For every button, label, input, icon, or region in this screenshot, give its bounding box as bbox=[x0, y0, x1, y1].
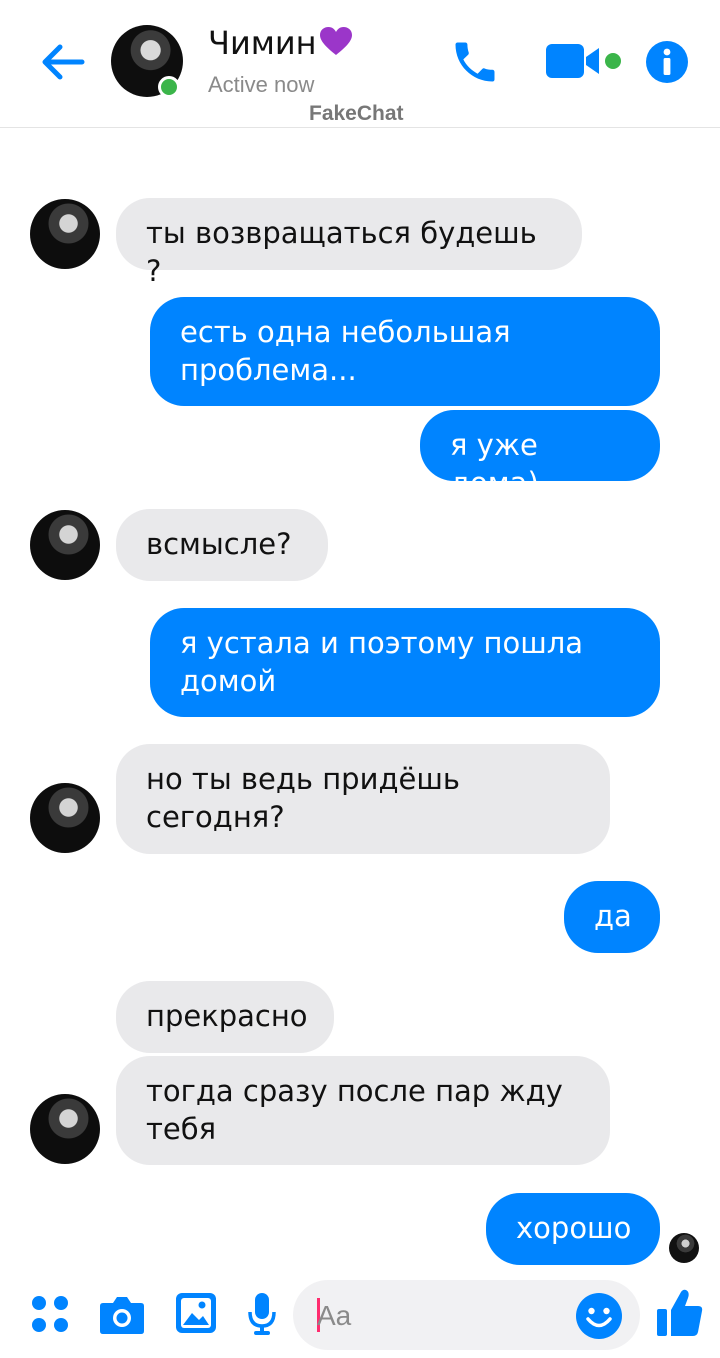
microphone-icon[interactable] bbox=[247, 1292, 277, 1336]
apps-grid-icon[interactable] bbox=[30, 1294, 70, 1334]
message-text: я устала и поэтому пошла домой bbox=[180, 626, 584, 698]
message-text: всмысле? bbox=[146, 527, 292, 561]
incoming-message[interactable]: всмысле? bbox=[116, 509, 328, 581]
message-input-placeholder: Aa bbox=[317, 1300, 352, 1331]
message-text: хорошо bbox=[516, 1211, 632, 1245]
outgoing-message[interactable]: есть одна небольшая проблема... bbox=[150, 297, 660, 406]
message-text: я уже дома) bbox=[450, 428, 539, 500]
message-text: прекрасно bbox=[146, 999, 308, 1033]
composer-bar: Aa bbox=[0, 1270, 720, 1358]
contact-avatar-small[interactable] bbox=[30, 199, 100, 269]
image-icon[interactable] bbox=[175, 1292, 217, 1334]
contact-avatar-small[interactable] bbox=[30, 510, 100, 580]
active-status: Active now bbox=[208, 72, 315, 97]
outgoing-message[interactable]: да bbox=[564, 881, 660, 953]
message-text: но ты ведь придёшь сегодня? bbox=[146, 762, 460, 834]
phone-icon[interactable] bbox=[449, 36, 501, 88]
incoming-message[interactable]: прекрасно bbox=[116, 981, 334, 1053]
message-text: тогда сразу после пар жду тебя bbox=[146, 1074, 563, 1146]
outgoing-message[interactable]: я устала и поэтому пошла домой bbox=[150, 608, 660, 717]
message-text: ты возвращаться будешь ? bbox=[146, 216, 537, 288]
incoming-message[interactable]: тогда сразу после пар жду тебя bbox=[116, 1056, 610, 1165]
contact-avatar-small[interactable] bbox=[30, 783, 100, 853]
camera-icon[interactable] bbox=[99, 1293, 145, 1335]
message-text: да bbox=[594, 899, 632, 933]
outgoing-message[interactable]: хорошо bbox=[486, 1193, 660, 1265]
incoming-message[interactable]: ты возвращаться будешь ? bbox=[116, 198, 582, 288]
seen-indicator-avatar bbox=[669, 1233, 699, 1263]
outgoing-message[interactable]: я уже дома) bbox=[420, 410, 660, 500]
contact-avatar-small[interactable] bbox=[30, 1094, 100, 1164]
app-watermark: FakeChat bbox=[309, 102, 404, 125]
video-camera-icon[interactable] bbox=[544, 40, 626, 82]
thumbs-up-icon[interactable] bbox=[656, 1288, 704, 1338]
contact-name-text: Чимин bbox=[208, 24, 317, 62]
message-input[interactable]: Aa bbox=[293, 1280, 640, 1350]
arrow-left-icon[interactable] bbox=[38, 38, 86, 86]
info-icon[interactable] bbox=[645, 40, 689, 84]
incoming-message[interactable]: но ты ведь придёшь сегодня? bbox=[116, 744, 610, 854]
purple-heart-icon bbox=[319, 27, 352, 55]
chat-header: Чимин Active now FakeChat bbox=[0, 0, 720, 128]
smiley-icon[interactable] bbox=[575, 1292, 623, 1340]
online-indicator bbox=[158, 76, 180, 98]
contact-name[interactable]: Чимин bbox=[208, 24, 353, 62]
message-text: есть одна небольшая проблема... bbox=[180, 315, 511, 387]
